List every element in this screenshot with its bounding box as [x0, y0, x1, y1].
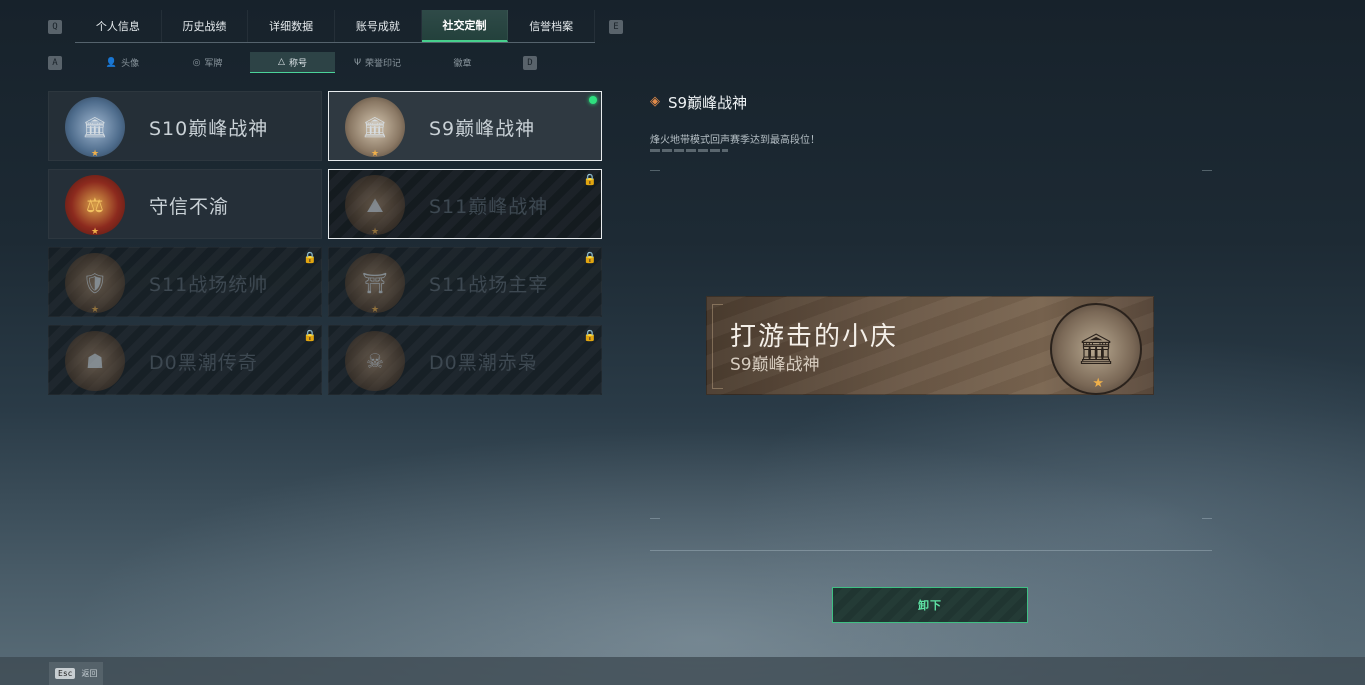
key-hint-d: D	[523, 56, 537, 70]
title-card-label: D0黑潮传奇	[149, 352, 258, 374]
frame-corner	[1202, 170, 1212, 171]
lock-icon: 🔒	[583, 251, 597, 264]
title-card-label: S11战场统帅	[149, 274, 269, 296]
lock-icon: 🔒	[303, 251, 317, 264]
medal-icon: ⛰ ★	[345, 175, 405, 237]
frame-corner	[1202, 518, 1212, 519]
tab-achievements[interactable]: 账号成就	[335, 10, 422, 42]
top-tab-bar: 个人信息 历史战绩 详细数据 账号成就 社交定制 信誉档案	[75, 10, 596, 43]
medal-icon: 🏛 ★	[345, 97, 405, 159]
title-card[interactable]: ☠ D0黑潮赤枭 🔒	[328, 325, 602, 395]
tank-icon: 🛡 ★	[65, 253, 125, 315]
esc-key-hint: Esc	[55, 668, 76, 679]
subtab-avatar[interactable]: 👤 头像	[80, 52, 165, 73]
tab-personal-info[interactable]: 个人信息	[75, 10, 162, 42]
subtab-label: 军牌	[204, 59, 223, 69]
description-divider	[650, 149, 728, 152]
sub-tab-bar: 👤 头像 ◎ 军牌 △ 称号 Ψ 荣誉印记 徽章	[80, 52, 505, 73]
arch-icon: ⛩ ★	[345, 253, 405, 315]
title-card-label: D0黑潮赤枭	[429, 352, 538, 374]
title-card-equipped[interactable]: 🏛 ★ S9巅峰战神	[328, 91, 602, 161]
dogtag-icon: ◎	[192, 57, 201, 68]
honor-mark-icon: Ψ	[353, 57, 362, 68]
key-hint-a: A	[48, 56, 62, 70]
subtab-label: 荣誉印记	[365, 59, 402, 69]
back-button[interactable]: Esc 返回	[49, 662, 103, 685]
key-hint-e: E	[609, 20, 623, 34]
equipped-indicator	[589, 96, 597, 104]
title-card[interactable]: 🏛 ★ S10巅峰战神	[48, 91, 322, 161]
person-icon: 👤	[105, 57, 118, 68]
tab-reputation[interactable]: 信誉档案	[508, 10, 596, 42]
frame-corner	[650, 170, 660, 171]
title-card[interactable]: ⚖ ★ 守信不渝	[48, 169, 322, 239]
title-card-label: 守信不渝	[149, 196, 230, 218]
detail-description: 烽火地带模式回声赛季达到最高段位！	[650, 135, 820, 146]
banner-player-name: 打游击的小庆	[730, 322, 899, 352]
frame-corner	[650, 518, 660, 519]
key-hint-q: Q	[48, 20, 62, 34]
title-icon: △	[278, 57, 285, 67]
title-card[interactable]: ⛩ ★ S11战场主宰 🔒	[328, 247, 602, 317]
tab-social-customize[interactable]: 社交定制	[421, 10, 509, 42]
title-banner-preview: 打游击的小庆 S9巅峰战神 🏛 ★	[706, 296, 1154, 395]
diamond-icon: ◈	[650, 94, 660, 109]
subtab-label: 徽章	[453, 59, 472, 69]
title-card[interactable]: 🛡 ★ S11战场统帅 🔒	[48, 247, 322, 317]
title-card-selected[interactable]: ⛰ ★ S11巅峰战神 🔒	[328, 169, 602, 239]
unequip-button[interactable]: 卸下	[832, 587, 1028, 623]
frame-divider	[650, 550, 1212, 551]
title-card-label: S11战场主宰	[429, 274, 549, 296]
subtab-badge[interactable]: 徽章	[420, 52, 505, 73]
title-card-label: S11巅峰战神	[429, 196, 549, 218]
title-card-label: S10巅峰战神	[149, 118, 269, 140]
title-card[interactable]: ☗ D0黑潮传奇 🔒	[48, 325, 322, 395]
medal-icon: 🏛 ★	[65, 97, 125, 159]
banner-bracket	[712, 304, 723, 389]
bottom-bar	[0, 657, 1365, 685]
lock-icon: 🔒	[583, 329, 597, 342]
scales-icon: ⚖ ★	[65, 175, 125, 237]
subtab-honor-mark[interactable]: Ψ 荣誉印记	[335, 52, 420, 73]
tab-detailed-data[interactable]: 详细数据	[248, 10, 336, 42]
star-icon: ★	[1092, 376, 1104, 391]
back-label: 返回	[81, 669, 98, 678]
title-card-label: S9巅峰战神	[429, 118, 536, 140]
lock-icon: 🔒	[583, 173, 597, 186]
detail-title: S9巅峰战神	[668, 94, 748, 112]
soldier-icon: ☗	[65, 331, 125, 391]
lock-icon: 🔒	[303, 329, 317, 342]
banner-title: S9巅峰战神	[730, 355, 820, 375]
skull-icon: ☠	[345, 331, 405, 391]
subtab-title[interactable]: △ 称号	[250, 52, 335, 73]
subtab-dogtag[interactable]: ◎ 军牌	[165, 52, 250, 73]
subtab-label: 称号	[288, 58, 307, 69]
subtab-label: 头像	[121, 59, 140, 69]
tab-history[interactable]: 历史战绩	[162, 10, 249, 42]
